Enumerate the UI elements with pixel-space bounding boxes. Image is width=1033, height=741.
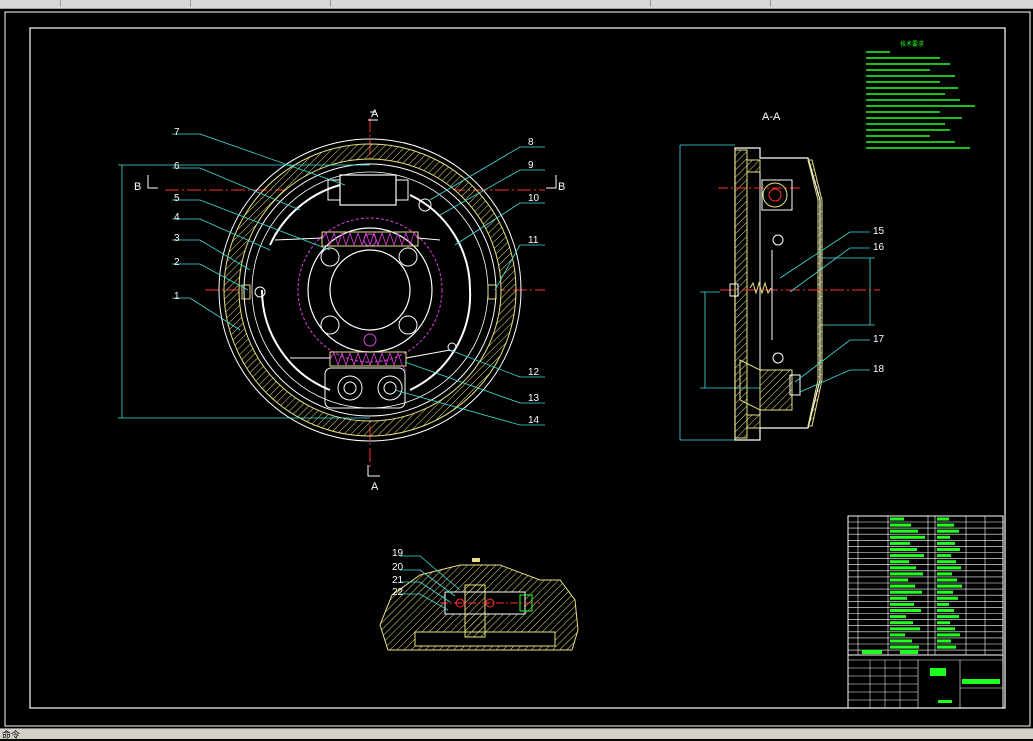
parts-list-entry [890,627,920,631]
detail-view: 19 20 21 22 [379,548,579,651]
parts-list-entry [890,633,905,637]
parts-list-entry [890,548,917,551]
part-label-8: 8 [528,137,534,148]
parts-list-entry [890,535,925,539]
parts-list-entry [890,566,916,570]
parts-list-entry [937,590,953,594]
parts-list-entry [890,541,910,545]
part-label-3: 3 [174,233,180,244]
parts-list-entry [937,627,955,631]
section-mark-b-left: B [134,181,141,193]
tab-segment[interactable] [0,0,61,7]
part-label-11: 11 [528,235,539,246]
parts-list-entry [937,584,962,588]
tab-segment[interactable] [650,0,771,7]
part-label-4: 4 [174,212,180,223]
parts-list-entry [937,572,952,576]
parts-list-entry [937,554,951,558]
part-label-17: 17 [873,334,885,345]
parts-list-entry [890,572,923,576]
section-mark-a-top: A [371,108,379,120]
section-view-a-a: A-A 15 16 17 18 [679,111,885,441]
parts-list-entry [890,560,909,564]
parts-list-entry [937,523,954,527]
parts-list-entry [890,523,911,527]
part-label-12: 12 [528,367,540,378]
parts-list-entry [937,596,958,600]
parts-list-entry [937,621,950,625]
parts-list-entry [937,633,960,637]
notes-title: 技术要求 [900,40,924,48]
front-view: A B B A 7 6 5 4 3 2 1 8 9 10 11 12 13 14 [118,108,565,493]
parts-list-entry [937,602,949,606]
command-prompt: 命令 [2,731,21,741]
part-label-13: 13 [528,393,540,404]
drawing-canvas[interactable]: A B B A 7 6 5 4 3 2 1 8 9 10 11 12 13 14… [0,9,1033,728]
parts-list-entry [937,639,951,643]
parts-list-entry [937,645,956,649]
part-label-14: 14 [528,415,540,426]
parts-list-entry [890,621,913,625]
parts-list-entry [890,517,904,521]
part-label-18: 18 [873,364,885,375]
part-label-9: 9 [528,160,534,171]
parts-list-entry [937,541,955,545]
parts-list-entry [937,609,954,612]
tab-segment[interactable] [330,0,651,7]
part-label-1: 1 [174,291,180,302]
parts-list-entry [890,615,906,619]
part-label-10: 10 [528,193,540,204]
parts-list-entry [890,596,907,600]
parts-list-entry [890,578,908,582]
parts-list-entry [890,529,918,533]
parts-list-entry [937,560,956,564]
section-title-a-a: A-A [762,111,781,123]
command-line[interactable]: 命令 [0,728,1033,741]
part-label-20: 20 [392,562,404,573]
parts-list-entry [937,615,959,619]
part-label-6: 6 [174,161,180,172]
title-block [847,515,1004,709]
parts-list-entry [890,645,919,649]
parts-list-entry [937,535,950,539]
tab-segment[interactable] [60,0,191,7]
part-label-15: 15 [873,226,885,237]
parts-list-entry [890,602,914,606]
part-label-7: 7 [174,127,180,138]
application-tab-bar [0,0,1033,9]
part-label-16: 16 [873,242,885,253]
part-label-2: 2 [174,257,180,268]
parts-list-entry [890,584,915,588]
parts-list-entry [937,578,957,582]
part-label-22: 22 [392,587,404,598]
cad-drawing: A B B A 7 6 5 4 3 2 1 8 9 10 11 12 13 14… [4,11,1031,727]
parts-list-entry [937,548,960,551]
parts-list-entry [937,566,961,570]
section-mark-b-right: B [558,181,565,193]
part-label-5: 5 [174,193,180,204]
parts-list-entry [890,554,924,558]
parts-list-entry [890,590,922,594]
parts-list-entry [937,529,959,533]
parts-list-entry [890,609,921,612]
section-mark-a-bottom: A [371,481,379,493]
part-label-19: 19 [392,548,404,559]
parts-list-entry [937,517,949,521]
parts-list-entry [890,639,912,643]
tab-segment[interactable] [190,0,331,7]
part-label-21: 21 [392,575,404,586]
technical-notes: 技术要求 [866,40,975,149]
